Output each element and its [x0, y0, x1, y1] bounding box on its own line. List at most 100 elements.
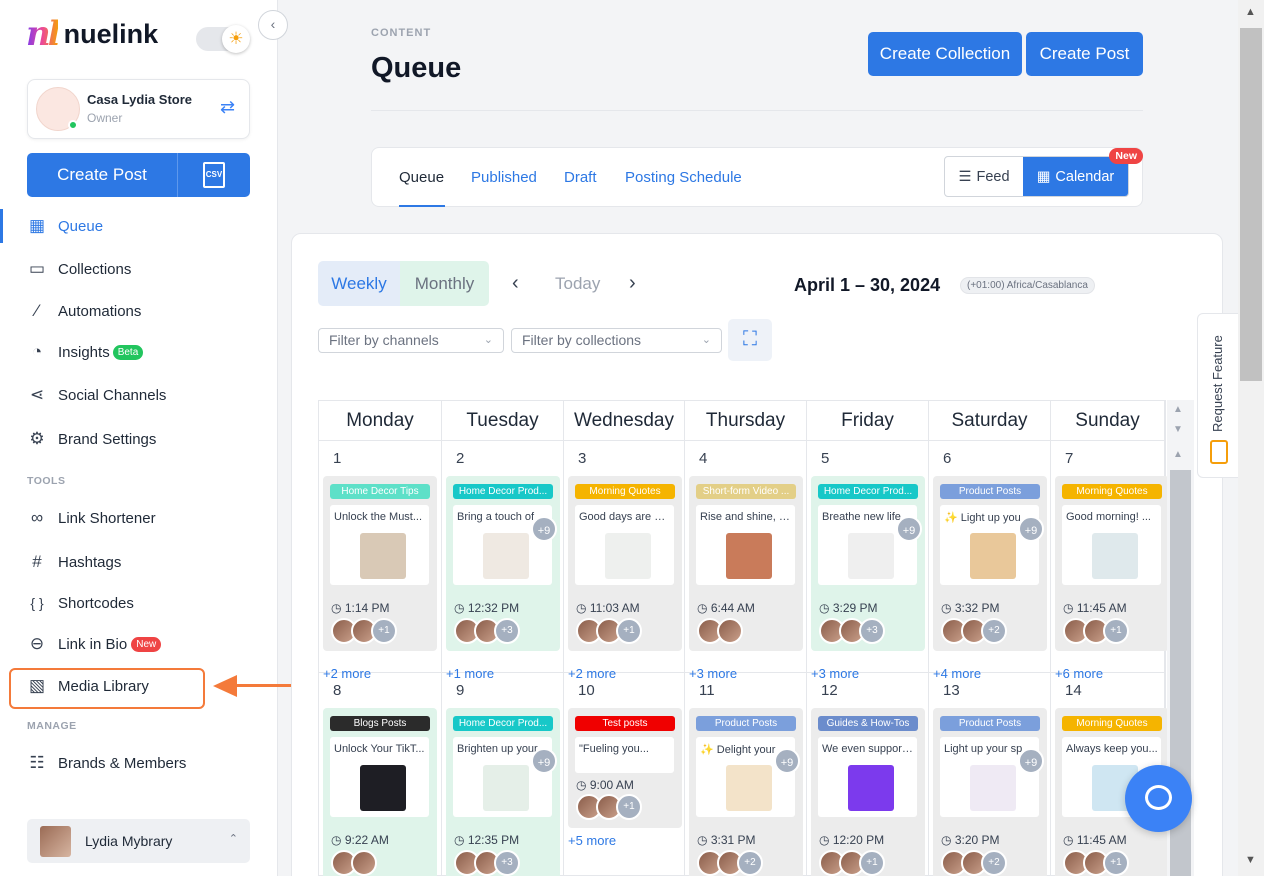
chevron-left-icon[interactable]: ‹ [512, 272, 519, 295]
day-cell[interactable]: 2 Home Decor Prod... Bring a touch of +9 ◷ 1… [442, 441, 564, 681]
sidebar-item-insights[interactable]: ◔ Insights Beta [0, 335, 277, 369]
sidebar-item-label: Brand Settings [58, 430, 157, 448]
logo-text: nuelink [63, 18, 159, 49]
theme-toggle[interactable]: ☀ [196, 25, 250, 53]
sidebar-item-label: Collections [58, 260, 132, 278]
post-time: ◷ 1:14 PM [331, 601, 390, 615]
fullscreen-icon[interactable]: ⛶ [728, 319, 772, 361]
tab-published[interactable]: Published [471, 169, 537, 186]
tab-draft[interactable]: Draft [564, 169, 597, 186]
day-cell[interactable]: 3 Morning Quotes Good days are al... ◷ 11:0… [564, 441, 685, 681]
sidebar-item-collections[interactable]: ▭ Collections [0, 252, 277, 286]
media-library-highlight [9, 668, 205, 709]
scroll-down-icon[interactable]: ▼ [1245, 854, 1256, 866]
view-range-toggle: Weekly Monthly [318, 261, 489, 306]
day-cell[interactable]: 13 Product Posts Light up your sp +9 ◷ 3:20 … [929, 673, 1051, 876]
post-time-label: 12:35 PM [467, 833, 520, 847]
day-cell[interactable]: 5 Home Decor Prod... Breathe new life +9 ◷ 3… [807, 441, 929, 681]
more-posts-link[interactable]: +5 more [568, 833, 616, 848]
post-card[interactable]: Home Decor Tips Unlock the Must... ◷ 1:14 … [323, 476, 437, 651]
today-button[interactable]: Today [555, 274, 600, 294]
date-number: 7 [1065, 450, 1074, 467]
post-preview: ✨ Delight your +9 [696, 737, 800, 817]
switch-account-icon[interactable]: ⇄ [220, 97, 242, 119]
sidebar-item-hashtags[interactable]: # Hashtags [0, 545, 277, 579]
post-card[interactable]: Home Decor Prod... Breathe new life +9 ◷ 3:… [811, 476, 925, 651]
day-cell[interactable]: 7 Morning Quotes Good morning! ... ◷ 11:45 … [1051, 441, 1169, 681]
sidebar-item-brand-settings[interactable]: ⚙ Brand Settings [0, 422, 277, 456]
post-card[interactable]: Product Posts Light up your sp +9 ◷ 3:20 PM… [933, 708, 1047, 876]
post-time: ◷ 11:45 AM [1063, 601, 1127, 615]
scroll-up-icon[interactable]: ▲ [1173, 449, 1183, 460]
clock-icon: ◷ [819, 833, 833, 847]
post-card[interactable]: Morning Quotes Good days are al... ◷ 11:03… [568, 476, 682, 651]
day-header: Monday [319, 401, 442, 441]
post-card[interactable]: Blogs Posts Unlock Your TikT... ◷ 9:22 AM [323, 708, 437, 876]
filter-channels-select[interactable]: Filter by channels ⌄ [318, 328, 504, 353]
sidebar-create-post: Create Post CSV [27, 153, 250, 197]
sidebar-item-link-in-bio[interactable]: ⊖ Link in Bio New [0, 627, 277, 661]
collection-tag: Morning Quotes [1062, 716, 1162, 731]
post-preview: "Fueling you... [575, 737, 674, 773]
post-time: ◷ 12:20 PM [819, 833, 884, 847]
feed-view-button[interactable]: ☰ Feed [945, 157, 1023, 196]
collection-tag: Test posts [575, 716, 675, 731]
post-card[interactable]: Short-form Video ... Rise and shine, b...… [689, 476, 803, 651]
page-scrollbar[interactable]: ▲ ▼ [1238, 0, 1264, 876]
post-card[interactable]: Product Posts ✨ Delight your +9 ◷ 3:31 PM +2 [689, 708, 803, 876]
sidebar-item-link-shortener[interactable]: ∞ Link Shortener [0, 501, 277, 535]
post-card[interactable]: Morning Quotes Good morning! ... ◷ 11:45 A… [1055, 476, 1169, 651]
scrollbar-thumb[interactable] [1240, 28, 1262, 381]
day-cell[interactable]: 4 Short-form Video ... Rise and shine, b..… [685, 441, 807, 681]
create-post-button[interactable]: Create Post [27, 153, 177, 197]
post-thumbnail [726, 533, 772, 579]
clock-icon: ◷ [331, 833, 345, 847]
post-preview: Breathe new life +9 [818, 505, 922, 585]
nuelink-logo[interactable]: nl nuelink [26, 14, 158, 54]
create-collection-button[interactable]: Create Collection [868, 32, 1022, 76]
create-post-button[interactable]: Create Post [1026, 32, 1143, 76]
filter-collections-select[interactable]: Filter by collections ⌄ [511, 328, 722, 353]
day-cell[interactable]: 8 Blogs Posts Unlock Your TikT... ◷ 9:22 AM [319, 673, 442, 876]
scroll-up-icon[interactable]: ▲ [1245, 6, 1256, 18]
user-menu[interactable]: Lydia Mybrary ⌃ [27, 819, 250, 863]
scroll-down-icon[interactable]: ▼ [1173, 424, 1183, 435]
day-cell[interactable]: 11 Product Posts ✨ Delight your +9 ◷ 3:31 PM… [685, 673, 807, 876]
more-channels-badge: +1 [1103, 618, 1129, 644]
tab-posting-schedule[interactable]: Posting Schedule [625, 169, 742, 186]
date-number: 11 [699, 682, 715, 699]
day-cell[interactable]: 10 Test posts "Fueling you... ◷ 9:00 AM +1 +5… [564, 673, 685, 876]
sidebar-item-automations[interactable]: ⁄ Automations [0, 294, 277, 328]
post-card[interactable]: Home Decor Prod... Bring a touch of +9 ◷ 12… [446, 476, 560, 651]
sidebar-item-social-channels[interactable]: ⋖ Social Channels [0, 378, 277, 412]
post-card[interactable]: Test posts "Fueling you... ◷ 9:00 AM +1 [568, 708, 682, 828]
sidebar-item-brands-members[interactable]: ☷ Brands & Members [0, 746, 277, 780]
sidebar-item-queue[interactable]: ▦ Queue [0, 209, 277, 243]
sidebar-item-shortcodes[interactable]: { } Shortcodes [0, 586, 277, 620]
post-card[interactable]: Product Posts ✨ Light up you +9 ◷ 3:32 PM +2 [933, 476, 1047, 651]
account-switcher[interactable]: Casa Lydia Store Owner ⇄ [27, 79, 250, 139]
weekly-button[interactable]: Weekly [318, 261, 400, 306]
more-channels-badge: +1 [371, 618, 397, 644]
day-cell[interactable]: 6 Product Posts ✨ Light up you +9 ◷ 3:32 PM +… [929, 441, 1051, 681]
scroll-up-icon[interactable]: ▲ [1173, 404, 1183, 415]
day-header: Saturday [929, 401, 1051, 441]
request-feature-label: Request Feature [1210, 335, 1225, 432]
day-cell[interactable]: 12 Guides & How-Tos We even support... ◷ 12… [807, 673, 929, 876]
list-icon: ☰ [958, 168, 972, 185]
date-number: 1 [333, 450, 342, 467]
day-cell[interactable]: 1 Home Decor Tips Unlock the Must... ◷ 1:14… [319, 441, 442, 681]
chevron-right-icon[interactable]: › [629, 272, 636, 295]
post-card[interactable]: Home Decor Prod... Brighten up your +9 ◷ 12… [446, 708, 560, 876]
clock-icon: ◷ [697, 601, 711, 615]
post-card[interactable]: Guides & How-Tos We even support... ◷ 12:2… [811, 708, 925, 876]
request-feature-tab[interactable]: Request Feature [1197, 313, 1241, 478]
monthly-button[interactable]: Monthly [400, 261, 489, 306]
csv-import-button[interactable]: CSV [178, 153, 250, 197]
collection-tag: Home Decor Prod... [453, 484, 553, 499]
day-cell[interactable]: 9 Home Decor Prod... Brighten up your +9 ◷ 1… [442, 673, 564, 876]
chat-support-button[interactable] [1125, 765, 1192, 832]
tab-queue[interactable]: Queue [399, 169, 444, 186]
collapse-sidebar-button[interactable]: ‹ [258, 10, 288, 40]
post-thumbnail [483, 533, 529, 579]
